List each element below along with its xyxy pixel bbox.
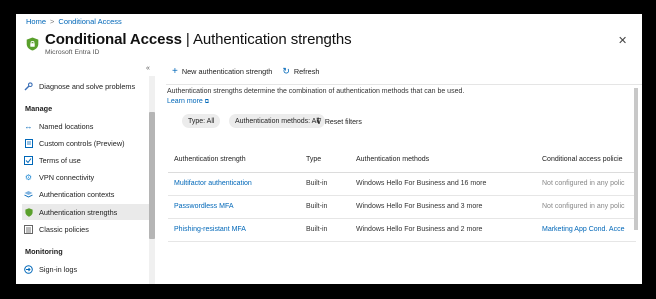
toolbar: + New authentication strength ↻ Refresh (172, 66, 329, 77)
section-monitoring: Monitoring (25, 247, 63, 256)
breadcrumb-home[interactable]: Home (26, 17, 46, 26)
type-cell: Built-in (306, 226, 328, 233)
shield-lock-icon (26, 37, 39, 51)
sidebar-item-vpn-connectivity[interactable]: ⚙ VPN connectivity (22, 169, 149, 185)
learn-more-link[interactable]: Learn more ⧉ (167, 98, 209, 106)
reset-filters-label: Reset filters (324, 119, 362, 126)
methods-filter-pill[interactable]: Authentication methods: All (229, 114, 326, 128)
breadcrumb-separator: > (50, 17, 55, 26)
table-row: Phishing-resistant MFA Built-in Windows … (168, 219, 636, 242)
page-subtitle: Microsoft Entra ID (45, 49, 100, 56)
refresh-label: Refresh (293, 67, 320, 76)
strength-name-link[interactable]: Multifactor authentication (174, 180, 252, 187)
sidebar-item-named-locations[interactable]: ↔ Named locations (22, 118, 149, 134)
sidebar-item-label: Custom controls (Preview) (39, 138, 125, 148)
sidebar-item-classic-policies[interactable]: Classic policies (22, 221, 149, 237)
shield-icon (24, 207, 33, 217)
column-header-type[interactable]: Type (306, 156, 321, 163)
learn-more-label: Learn more (167, 98, 203, 105)
refresh-button[interactable]: ↻ Refresh (282, 66, 319, 77)
sidebar-item-diagnose[interactable]: Diagnose and solve problems (22, 78, 149, 94)
app-window: Home > Conditional Access Conditional Acce… (16, 14, 642, 284)
new-authentication-strength-button[interactable]: + New authentication strength (172, 66, 272, 77)
reset-filters-button[interactable]: ⊽ Reset filters (316, 117, 362, 126)
arrows-icon: ↔ (24, 121, 33, 131)
methods-cell: Windows Hello For Business and 2 more (356, 226, 483, 233)
type-cell: Built-in (306, 180, 328, 187)
sidebar-item-terms-of-use[interactable]: Terms of use (22, 152, 149, 168)
section-manage: Manage (25, 104, 53, 113)
column-header-methods[interactable]: Authentication methods (356, 156, 429, 163)
sidebar-item-custom-controls[interactable]: Custom controls (Preview) (22, 135, 149, 151)
sidebar-scrollbar-thumb[interactable] (149, 112, 155, 239)
sidebar-item-label: Terms of use (39, 155, 81, 165)
policies-cell: Not configured in any polic (542, 203, 625, 210)
table-row: Multifactor authentication Built-in Wind… (168, 173, 636, 196)
description-text: Authentication strengths determine the c… (167, 88, 465, 95)
sidebar-item-sign-in-logs[interactable]: Sign-in logs (22, 261, 149, 277)
table-row: Passwordless MFA Built-in Windows Hello … (168, 196, 636, 219)
close-icon[interactable]: ✕ (618, 34, 627, 47)
refresh-icon: ↻ (282, 66, 290, 76)
strength-name-link[interactable]: Phishing-resistant MFA (174, 226, 246, 233)
title-conditional-access: Conditional Access (45, 31, 182, 48)
sidebar-item-label: Authentication contexts (39, 189, 115, 199)
new-authentication-strength-label: New authentication strength (181, 67, 273, 76)
sidebar-item-label: VPN connectivity (39, 172, 95, 182)
policy-link[interactable]: Marketing App Cond. Acce (542, 226, 625, 233)
external-link-icon: ⧉ (204, 99, 210, 105)
collapse-sidebar-icon[interactable]: « (146, 65, 150, 72)
title-separator: | (185, 31, 190, 48)
sidebar-item-label: Authentication strengths (39, 207, 118, 217)
checkbox-icon (24, 155, 33, 165)
document-icon (24, 138, 33, 148)
type-filter-pill[interactable]: Type: All (182, 114, 221, 128)
breadcrumb-conditional-access[interactable]: Conditional Access (58, 17, 121, 26)
type-cell: Built-in (306, 203, 328, 210)
policies-cell: Not configured in any polic (542, 180, 625, 187)
column-header-strength[interactable]: Authentication strength (174, 156, 246, 163)
filter-reset-icon: ⊽ (316, 117, 322, 126)
column-header-policies[interactable]: Conditional access policie (542, 156, 623, 163)
log-icon (24, 264, 33, 274)
sidebar-item-label: Sign-in logs (39, 264, 78, 274)
sidebar-item-label: Classic policies (39, 224, 89, 234)
page-title: Conditional Access | Authentication stre… (45, 31, 352, 48)
methods-cell: Windows Hello For Business and 3 more (356, 203, 483, 210)
content-scrollbar[interactable] (634, 88, 638, 230)
plus-icon: + (172, 66, 178, 77)
sidebar-item-label: Diagnose and solve problems (39, 81, 136, 91)
sidebar-item-authentication-strengths[interactable]: Authentication strengths (22, 204, 149, 220)
methods-cell: Windows Hello For Business and 16 more (356, 180, 487, 187)
more-options-button[interactable]: ··· (319, 32, 329, 43)
breadcrumb: Home > Conditional Access (26, 17, 122, 26)
toolbar-divider (166, 84, 642, 85)
main-content: + New authentication strength ↻ Refresh … (166, 62, 642, 284)
sidebar-item-authentication-contexts[interactable]: Authentication contexts (22, 186, 149, 202)
gear-icon: ⚙ (24, 172, 33, 182)
wrench-icon (24, 81, 33, 91)
sidebar-item-label: Named locations (39, 121, 94, 131)
list-icon (24, 224, 33, 234)
layers-icon (24, 190, 33, 199)
strength-name-link[interactable]: Passwordless MFA (174, 203, 234, 210)
